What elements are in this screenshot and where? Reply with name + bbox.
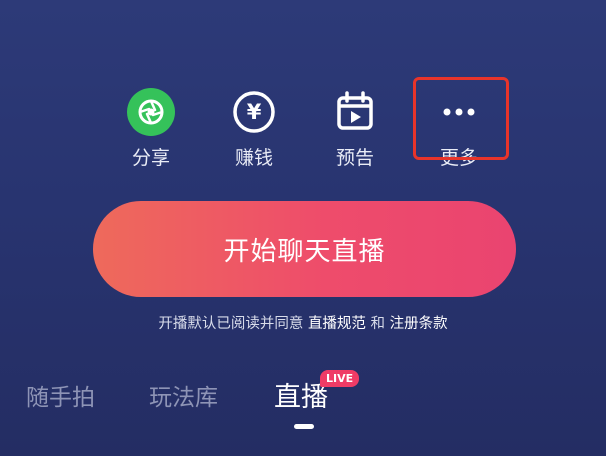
shutter-icon <box>127 88 175 136</box>
tab-quick-shoot[interactable]: 随手拍 <box>26 378 95 412</box>
preview-label: 预告 <box>335 147 374 169</box>
calendar-play-icon <box>337 91 373 130</box>
tab-play-library[interactable]: 玩法库 <box>149 378 218 412</box>
yen-symbol: ¥ <box>247 100 262 124</box>
agreement-conj: 和 <box>365 316 390 332</box>
live-badge: LIVE <box>320 370 360 387</box>
quick-actions-row: 分享 ¥ 赚钱 预告 更多 <box>0 0 606 190</box>
start-chat-live-button[interactable]: 开始聊天直播 <box>93 201 516 297</box>
live-rules-link[interactable]: 直播规范 <box>308 316 366 332</box>
share-label: 分享 <box>131 147 170 169</box>
preview-action[interactable]: 预告 <box>315 88 395 174</box>
agreement-text: 开播默认已阅读并同意 直播规范 和 注册条款 <box>0 312 606 333</box>
earn-label: 赚钱 <box>234 147 273 169</box>
active-tab-indicator <box>294 424 314 429</box>
agreement-prefix: 开播默认已阅读并同意 <box>158 316 308 332</box>
yen-coin-icon: ¥ <box>233 91 275 133</box>
terms-link[interactable]: 注册条款 <box>390 316 448 332</box>
share-action[interactable]: 分享 <box>111 88 191 174</box>
start-button-label: 开始聊天直播 <box>223 236 386 267</box>
earn-action[interactable]: ¥ 赚钱 <box>214 88 294 174</box>
mode-tabs: 随手拍 玩法库 直播 LIVE <box>0 370 606 430</box>
more-highlight-box <box>413 77 509 160</box>
